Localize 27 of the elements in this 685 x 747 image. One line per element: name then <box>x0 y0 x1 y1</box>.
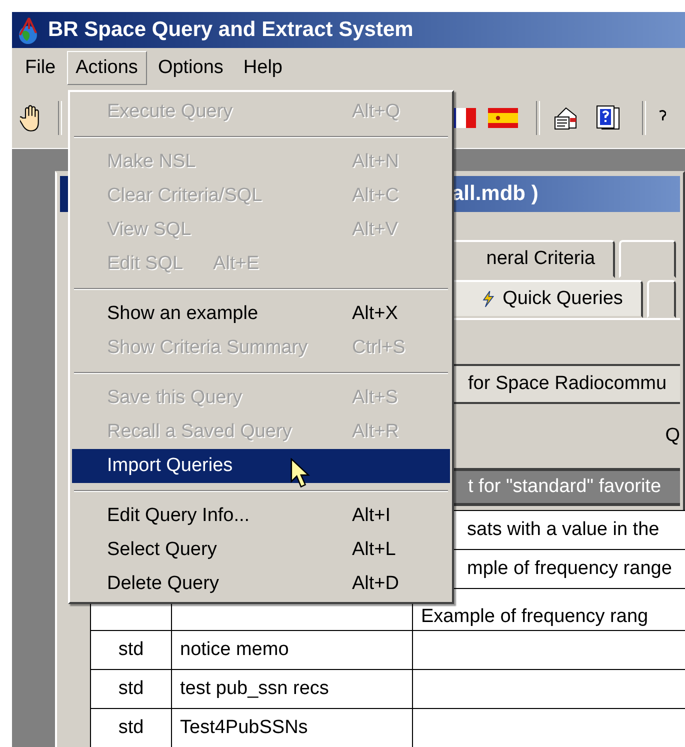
menu-item[interactable]: File <box>16 51 65 85</box>
window-title: BR Space Query and Extract System <box>48 18 414 42</box>
table-cell: std <box>118 639 144 660</box>
menu-item[interactable]: Delete Query Alt+D <box>72 567 450 601</box>
spanish-flag-icon[interactable] <box>488 107 518 129</box>
menu-item[interactable]: Select Query Alt+L <box>72 533 450 567</box>
tab[interactable] <box>646 280 676 318</box>
group-title: for Space Radiocommu <box>468 373 667 395</box>
menu-item[interactable]: Options <box>148 51 232 85</box>
menu-item[interactable]: Actions <box>66 51 147 85</box>
table-cell: std <box>118 717 144 738</box>
caption-text: t for "standard" favorite <box>468 476 662 498</box>
lightning-icon <box>480 289 495 309</box>
menu-item[interactable]: Import Queries <box>72 449 450 483</box>
table-cell: Example of frequency rang <box>421 606 648 627</box>
table-cell: std <box>118 678 144 699</box>
table-cell: notice memo <box>180 639 289 660</box>
tab[interactable] <box>619 240 676 278</box>
menu-item[interactable]: Help <box>234 51 292 85</box>
field-label: Q <box>665 425 680 447</box>
table-cell: sats with a value in the <box>467 519 660 540</box>
menu-item[interactable]: Edit Query Info... Alt+I <box>72 499 450 533</box>
table-cell: Test4PubSSNs <box>180 717 308 738</box>
window-title: all.mdb ) <box>452 182 538 206</box>
table-cell: test pub_ssn recs <box>180 678 329 699</box>
table-cell: mple of frequency range <box>467 558 672 579</box>
mouse-pointer-icon <box>290 458 312 490</box>
